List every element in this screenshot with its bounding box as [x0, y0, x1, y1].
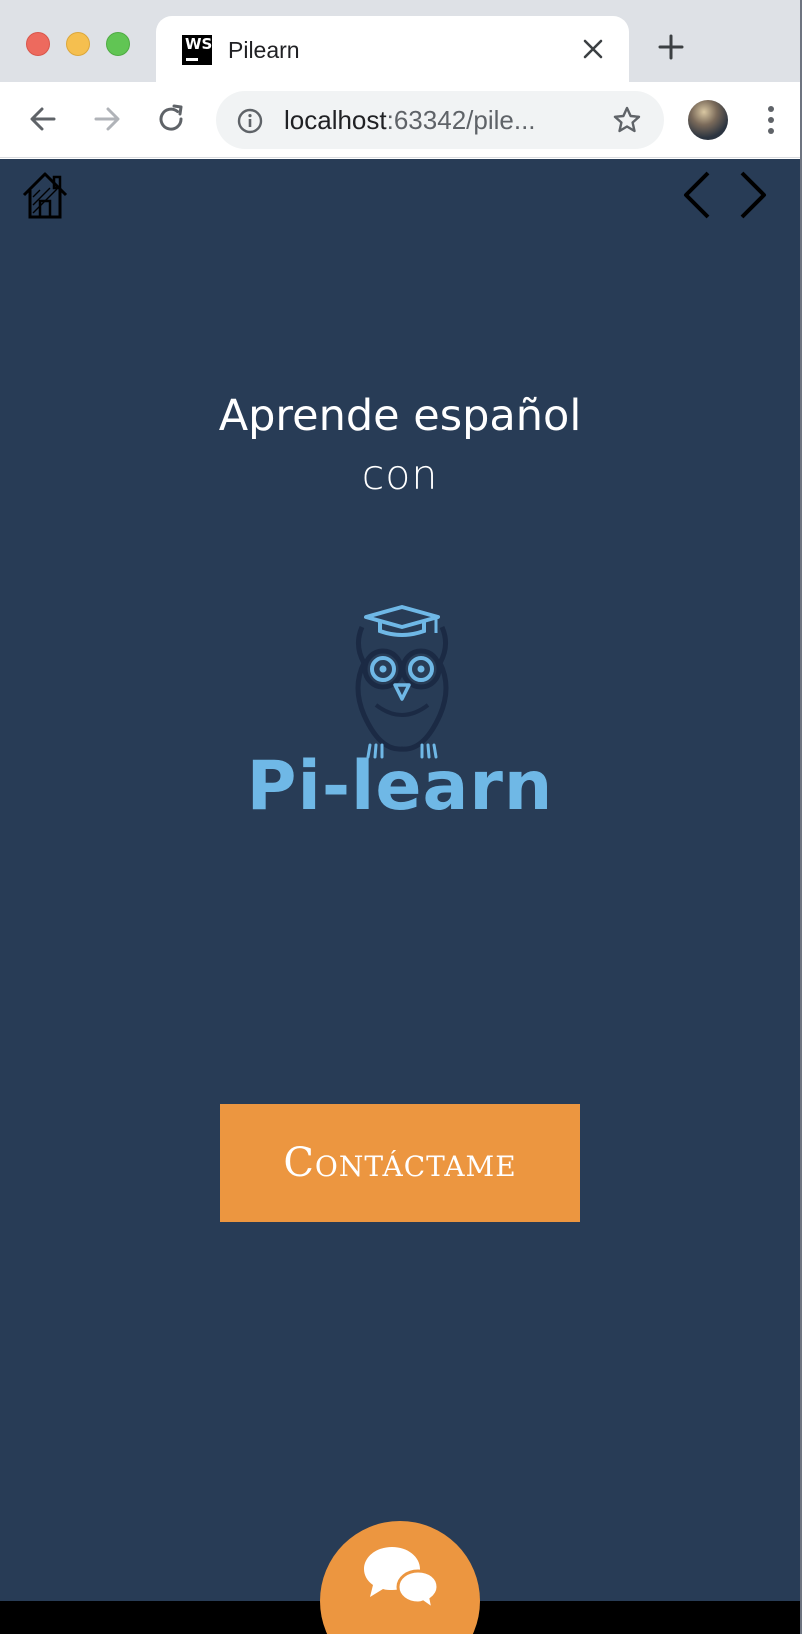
reload-icon[interactable]: [154, 102, 188, 136]
window-minimize-button[interactable]: [66, 32, 90, 56]
address-bar[interactable]: localhost:63342/pile...: [216, 91, 664, 149]
info-icon[interactable]: [236, 107, 264, 135]
contact-button[interactable]: Contáctame: [220, 1104, 580, 1222]
bookmark-star-icon[interactable]: [612, 105, 642, 135]
favicon-label: WS: [185, 35, 213, 53]
close-tab-icon[interactable]: [580, 36, 606, 62]
more-menu-icon[interactable]: [766, 102, 776, 138]
url-text: localhost:63342/pile...: [284, 105, 536, 136]
url-path: :63342/pile...: [386, 105, 536, 135]
profile-avatar[interactable]: [688, 100, 728, 140]
previous-arrow-icon[interactable]: [680, 169, 714, 221]
page-headline: Aprende español: [218, 391, 582, 441]
window-zoom-button[interactable]: [106, 32, 130, 56]
forward-arrow-icon[interactable]: [90, 102, 124, 136]
new-tab-icon[interactable]: [656, 32, 686, 62]
browser-tab[interactable]: WS Pilearn: [156, 16, 629, 84]
back-arrow-icon[interactable]: [26, 102, 60, 136]
contact-button-label: Contáctame: [283, 1140, 517, 1186]
owl-logo-icon: [355, 605, 449, 759]
webstorm-favicon-icon: WS: [182, 35, 212, 65]
home-icon[interactable]: [20, 169, 70, 221]
window-close-button[interactable]: [26, 32, 50, 56]
browser-toolbar: localhost:63342/pile...: [0, 82, 802, 158]
page-subline: con: [361, 451, 439, 499]
chat-bubbles-icon: [364, 1547, 440, 1611]
tab-title: Pilearn: [228, 37, 300, 63]
chat-button[interactable]: [320, 1521, 480, 1634]
page-viewport: Aprende español con Pi-learn Contáctame: [0, 159, 802, 1634]
url-host: localhost: [284, 105, 387, 135]
next-arrow-icon[interactable]: [736, 169, 770, 221]
browser-tab-bar: WS Pilearn: [0, 0, 802, 84]
logo-wordmark: Pi-learn: [246, 747, 554, 826]
